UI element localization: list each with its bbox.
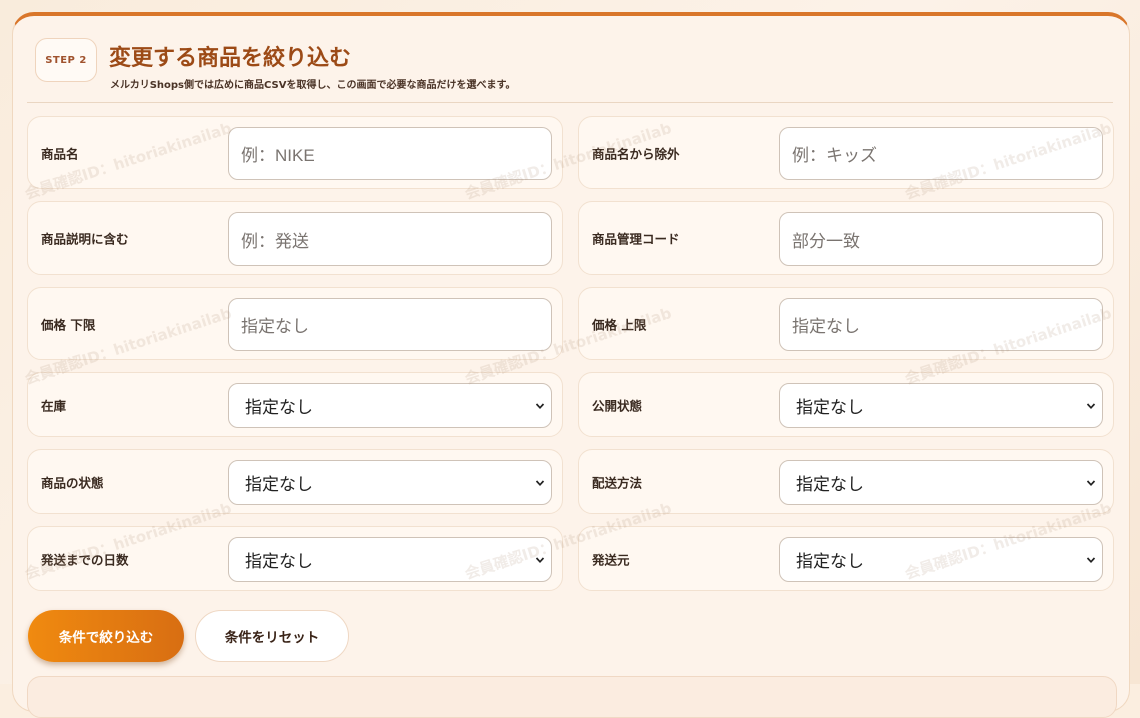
reset-filter-button[interactable]: 条件をリセット: [195, 610, 349, 662]
chevron-down-icon: [1086, 402, 1096, 409]
filter-row-visibility: 公開状態 指定なし: [578, 372, 1114, 437]
shipping-method-select-value: 指定なし: [796, 475, 864, 494]
filter-row-description: 商品説明に含む 例：発送: [27, 201, 563, 275]
sku-input[interactable]: 部分一致: [779, 212, 1103, 266]
condition-select[interactable]: 指定なし: [228, 460, 552, 505]
filter-row-ship-from: 発送元 指定なし: [578, 526, 1114, 591]
days-to-ship-select-value: 指定なし: [245, 552, 313, 571]
visibility-label: 公開状態: [592, 398, 643, 413]
stock-select-value: 指定なし: [245, 398, 313, 417]
product-name-input[interactable]: 例：NIKE: [228, 127, 552, 180]
section-subtitle: メルカリShops側では広めに商品CSVを取得し、この画面で必要な商品だけを選べ…: [110, 80, 516, 91]
filter-row-price-min: 価格 下限 指定なし: [27, 287, 563, 360]
ship-from-label: 発送元: [592, 552, 630, 567]
price-max-label: 価格 上限: [592, 317, 647, 332]
filter-row-stock: 在庫 指定なし: [27, 372, 563, 437]
filter-row-exclude-name: 商品名から除外 例：キッズ: [578, 116, 1114, 189]
filter-row-price-max: 価格 上限 指定なし: [578, 287, 1114, 360]
chevron-down-icon: [1086, 556, 1096, 563]
stock-label: 在庫: [41, 398, 67, 413]
condition-select-value: 指定なし: [245, 475, 313, 494]
section-title: 変更する商品を絞り込む: [109, 46, 352, 71]
exclude-name-label: 商品名から除外: [592, 146, 680, 161]
price-max-input[interactable]: 指定なし: [779, 298, 1103, 351]
price-min-label: 価格 下限: [41, 317, 96, 332]
days-to-ship-select[interactable]: 指定なし: [228, 537, 552, 582]
filter-row-sku: 商品管理コード 部分一致: [578, 201, 1114, 275]
chevron-down-icon: [535, 556, 545, 563]
results-panel: [27, 676, 1117, 718]
condition-label: 商品の状態: [41, 475, 104, 490]
price-min-input[interactable]: 指定なし: [228, 298, 552, 351]
filter-row-days-to-ship: 発送までの日数 指定なし: [27, 526, 563, 591]
chevron-down-icon: [535, 479, 545, 486]
divider: [27, 102, 1113, 103]
exclude-name-input[interactable]: 例：キッズ: [779, 127, 1103, 180]
shipping-method-label: 配送方法: [592, 475, 643, 490]
ship-from-select-value: 指定なし: [796, 552, 864, 571]
visibility-select[interactable]: 指定なし: [779, 383, 1103, 428]
filter-row-product-name: 商品名 例：NIKE: [27, 116, 563, 189]
chevron-down-icon: [1086, 479, 1096, 486]
apply-filter-button[interactable]: 条件で絞り込む: [28, 610, 184, 662]
step-badge: STEP 2: [35, 38, 97, 82]
description-label: 商品説明に含む: [41, 231, 129, 247]
chevron-down-icon: [535, 402, 545, 409]
ship-from-select[interactable]: 指定なし: [779, 537, 1103, 582]
visibility-select-value: 指定なし: [796, 398, 864, 417]
stock-select[interactable]: 指定なし: [228, 383, 552, 428]
filter-row-condition: 商品の状態 指定なし: [27, 449, 563, 514]
days-to-ship-label: 発送までの日数: [41, 552, 129, 567]
filter-row-shipping-method: 配送方法 指定なし: [578, 449, 1114, 514]
product-name-label: 商品名: [41, 146, 79, 161]
shipping-method-select[interactable]: 指定なし: [779, 460, 1103, 505]
filter-card: STEP 2 変更する商品を絞り込む メルカリShops側では広めに商品CSVを…: [12, 12, 1130, 718]
sku-label: 商品管理コード: [592, 231, 680, 247]
description-input[interactable]: 例：発送: [228, 212, 552, 266]
